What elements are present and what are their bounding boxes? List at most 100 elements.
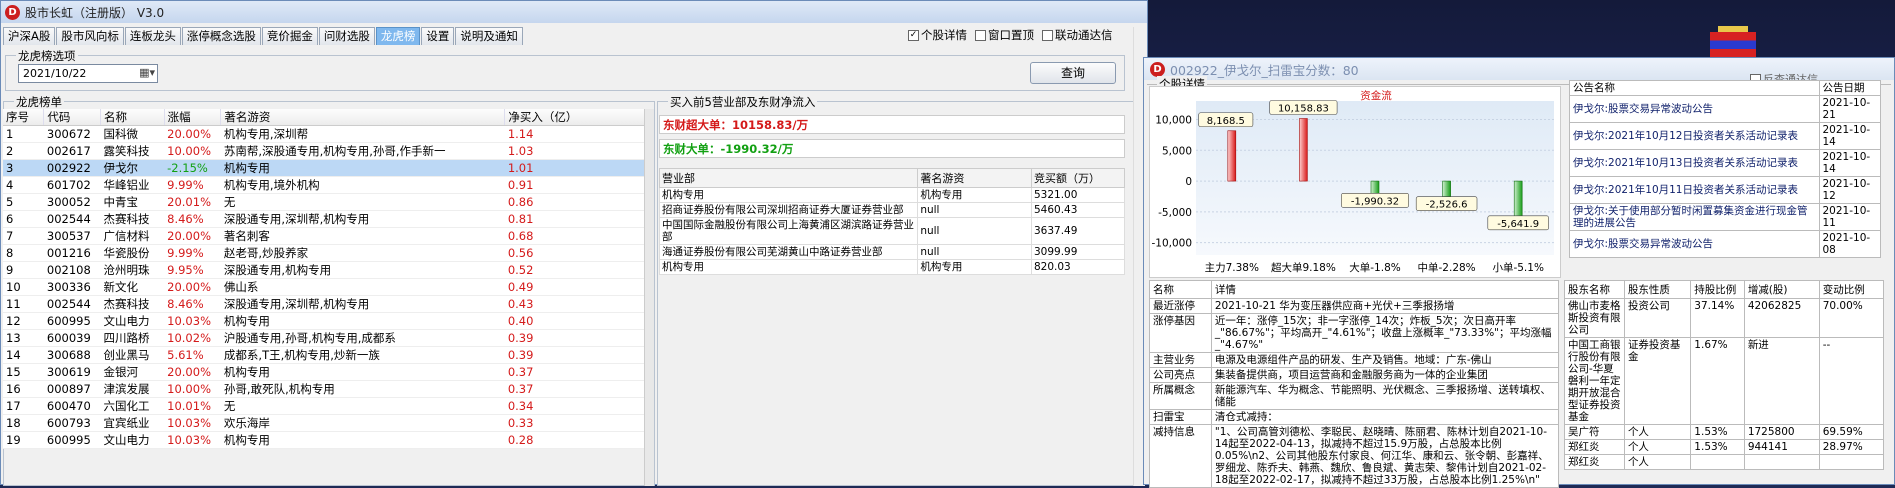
holder-row[interactable]: 中国工商银行股份有限公司-华夏磐利一年定期开放混合型证券投资基金 证券投资基金 1.… [1564, 337, 1885, 425]
table-cell: 清仓式减持： [1210, 409, 1560, 425]
tab-3[interactable]: 涨停概念选股 [181, 27, 261, 45]
list-scrollbar[interactable] [644, 109, 654, 486]
table-cell: 华瓷股份 [100, 244, 165, 262]
notice-row[interactable]: 伊戈尔:2021年10月13日投资者关系活动记录表 2021-10-14 [1569, 149, 1881, 177]
check-icon: ✓ [908, 29, 919, 41]
table-row[interactable]: 机构专用 机构专用 820.03 [658, 259, 1126, 275]
tab-6[interactable]: 龙虎榜 [375, 27, 421, 45]
info-row[interactable]: 涨停基因 近一年：涨停_15次；非一字涨停_14次；炸板_5次；次日高开率_"86… [1149, 313, 1560, 353]
table-cell: 扫雷宝 [1149, 409, 1212, 425]
table-row[interactable]: 招商证券股份有限公司深圳招商证券大厦证券营业部 null 5460.43 [658, 202, 1126, 218]
table-cell: 伊戈尔 [100, 159, 165, 177]
holder-row[interactable]: 郑红炎 个人 [1564, 454, 1885, 470]
table-row[interactable]: 2 002617 露笑科技 10.00% 苏南帮,深股通专用,机构专用,孙哥,作手新一 1… [3, 142, 653, 160]
table-cell: 1.53% [1690, 424, 1745, 440]
info-row[interactable]: 所属概念 新能源汽车、华为概念、节能照明、光伏概念、三季报扬增、送转填权、储能 [1149, 382, 1560, 410]
tab-0[interactable]: 沪深A股 [3, 27, 56, 45]
table-row[interactable]: 8 001216 华瓷股份 9.99% 赵老哥,炒股养家 0.56 [3, 244, 653, 262]
table-cell: 0.37 [504, 380, 653, 398]
table-row[interactable]: 5 300052 中青宝 20.01% 无 0.86 [3, 193, 653, 211]
info-row[interactable]: 扫雷宝 清仓式减持： [1149, 409, 1560, 425]
table-row[interactable]: 13 600039 四川路桥 10.02% 沪股通专用,孙哥,机构专用,成都系 0.39 [3, 329, 653, 347]
tab-7[interactable]: 设置 [421, 27, 455, 45]
table-cell: 机构专用 [220, 159, 505, 177]
table-row[interactable]: 机构专用 机构专用 5321.00 [658, 187, 1126, 203]
table-cell: 创业黑马 [100, 346, 165, 364]
table-cell: 公司亮点 [1149, 367, 1212, 383]
column-header: 持股比例 [1690, 280, 1745, 299]
table-cell: 2 [3, 142, 44, 160]
table-cell: 9.95% [164, 261, 221, 279]
table-row[interactable]: 1 300672 国科微 20.00% 机构专用,深圳帮 1.14 [3, 125, 653, 143]
table-row[interactable]: 3 002922 伊戈尔 -2.15% 机构专用 1.01 [3, 159, 653, 177]
tab-2[interactable]: 连板龙头 [124, 27, 181, 45]
table-cell: 13 [3, 329, 44, 347]
notice-row[interactable]: 伊戈尔:关于使用部分暂时闲置募集资金进行现金管理的进展公告 2021-10-11 [1569, 203, 1881, 231]
table-row[interactable]: 18 600793 宜宾纸业 10.03% 欢乐海岸 0.33 [3, 414, 653, 432]
holder-row[interactable]: 佛山市麦格斯投资有限公司 投资公司 37.14% 42062825 70.00% [1564, 298, 1885, 338]
notice-row[interactable]: 伊戈尔:2021年10月12日投资者关系活动记录表 2021-10-14 [1569, 122, 1881, 150]
table-cell: 0.40 [504, 312, 653, 330]
table-row[interactable]: 16 000897 津滨发展 10.00% 孙哥,敢死队,机构专用 0.37 [3, 380, 653, 398]
table-cell: 所属概念 [1149, 382, 1212, 410]
tab-5[interactable]: 问财选股 [318, 27, 375, 45]
notice-row[interactable]: 伊戈尔:股票交易异常波动公告 2021-10-08 [1569, 230, 1881, 258]
holder-row[interactable]: 郑红炎 个人 1.53% 944141 28.97% [1564, 439, 1885, 455]
column-header: 著名游资 [220, 109, 506, 126]
table-row[interactable]: 7 300537 广信材料 20.00% 著名刺客 0.68 [3, 227, 653, 245]
table-row[interactable]: 11 002544 杰赛科技 8.46% 深股通专用,深圳帮,机构专用 0.43 [3, 295, 653, 313]
table-row[interactable]: 6 002544 杰赛科技 8.46% 深股通专用,深圳帮,机构专用 0.81 [3, 210, 653, 228]
info-row[interactable]: 主营业务 电源及电源组件产品的研发、生产及销售。地域：广东-佛山 [1149, 352, 1560, 368]
holder-row[interactable]: 吴广符 个人 1.53% 1725800 69.59% [1564, 424, 1885, 440]
table-row[interactable]: 9 002108 沧州明珠 9.95% 深股通专用,机构专用 0.52 [3, 261, 653, 279]
value-label: -1,990.32 [1351, 196, 1399, 207]
table-cell: 002544 [43, 295, 101, 313]
top-checkbox[interactable]: 窗口置顶 [975, 27, 1034, 43]
info-row[interactable]: 公司亮点 集装备提供商，项目运营商和金融服务商为一体的企业集团 [1149, 367, 1560, 383]
table-cell: 吴广符 [1564, 424, 1625, 440]
table-row[interactable]: 10 300336 新文化 20.00% 佛山系 0.49 [3, 278, 653, 296]
notice-row[interactable]: 伊戈尔:2021年10月11日投资者关系活动记录表 2021-10-12 [1569, 176, 1881, 204]
calendar-dropdown-icon[interactable]: ▦▾ [139, 66, 155, 79]
notice-row[interactable]: 伊戈尔:股票交易异常波动公告 2021-10-21 [1569, 95, 1881, 123]
winrar-icon[interactable] [1710, 26, 1756, 58]
table-cell: 成都系,T王,机构专用,炒新一族 [220, 346, 505, 364]
detail-checkbox-label: 个股详情 [921, 28, 967, 42]
column-header: 名称 [1149, 280, 1212, 299]
detail-checkbox[interactable]: ✓ 个股详情 [908, 27, 967, 43]
table-cell: 1.67% [1690, 337, 1745, 425]
date-picker[interactable]: 2021/10/22 ▦▾ [18, 64, 158, 83]
table-row[interactable]: 海通证券股份有限公司芜湖黄山中路证券营业部 null 3099.99 [658, 244, 1126, 260]
table-cell: 9.99% [164, 176, 221, 194]
table-cell: 赵老哥,炒股养家 [220, 244, 505, 262]
table-row[interactable]: 中国国际金融股份有限公司上海黄浦区湖滨路证券营业部 null 3637.49 [658, 217, 1126, 245]
table-cell: 600039 [43, 329, 101, 347]
table-cell: 14 [3, 346, 44, 364]
table-row[interactable]: 4 601702 华峰铝业 9.99% 机构专用,境外机构 0.91 [3, 176, 653, 194]
info-row[interactable]: 最近涨停 2021-10-21 华为变压器供应商+光伏+三季报扬增 [1149, 298, 1560, 314]
table-cell: 600470 [43, 397, 101, 415]
tab-4[interactable]: 竞价掘金 [261, 27, 318, 45]
table-cell: 9.99% [164, 244, 221, 262]
info-row[interactable]: 减持信息 "1、公司高管刘德松、李聪民、赵晓晴、陈丽君、陈林计划自2021-10-… [1149, 424, 1560, 488]
table-cell: 15 [3, 363, 44, 381]
table-cell: 宜宾纸业 [100, 414, 165, 432]
flow-bar [1370, 180, 1380, 194]
column-header: 公告名称 [1569, 80, 1820, 96]
table-row[interactable]: 19 600995 文山电力 10.03% 机构专用 0.28 [3, 431, 653, 449]
table-cell: 孙哥,敢死队,机构专用 [220, 380, 505, 398]
table-cell: 0.91 [504, 176, 653, 194]
table-row[interactable]: 12 600995 文山电力 10.03% 机构专用 0.40 [3, 312, 653, 330]
table-cell: 最近涨停 [1149, 298, 1212, 314]
tab-1[interactable]: 股市风向标 [56, 27, 124, 45]
table-cell: 近一年：涨停_15次；非一字涨停_14次；炸板_5次；次日高开率_"86.67%… [1210, 313, 1560, 353]
title-bar: D 股市长虹（注册版） V3.0 [1, 1, 1147, 23]
table-cell: 个人 [1623, 454, 1692, 470]
table-header-row: 营业部 著名游资 竞买额（万） [658, 168, 1126, 188]
table-row[interactable]: 15 300619 金银河 20.00% 机构专用 0.37 [3, 363, 653, 381]
tab-8[interactable]: 说明及通知 [455, 27, 523, 45]
table-row[interactable]: 14 300688 创业黑马 5.61% 成都系,T王,机构专用,炒新一族 0.39 [3, 346, 653, 364]
table-row[interactable]: 17 600470 六国化工 10.01% 无 0.34 [3, 397, 653, 415]
linked-checkbox[interactable]: 联动通达信 [1042, 27, 1113, 43]
query-button[interactable]: 查询 [1030, 62, 1116, 84]
